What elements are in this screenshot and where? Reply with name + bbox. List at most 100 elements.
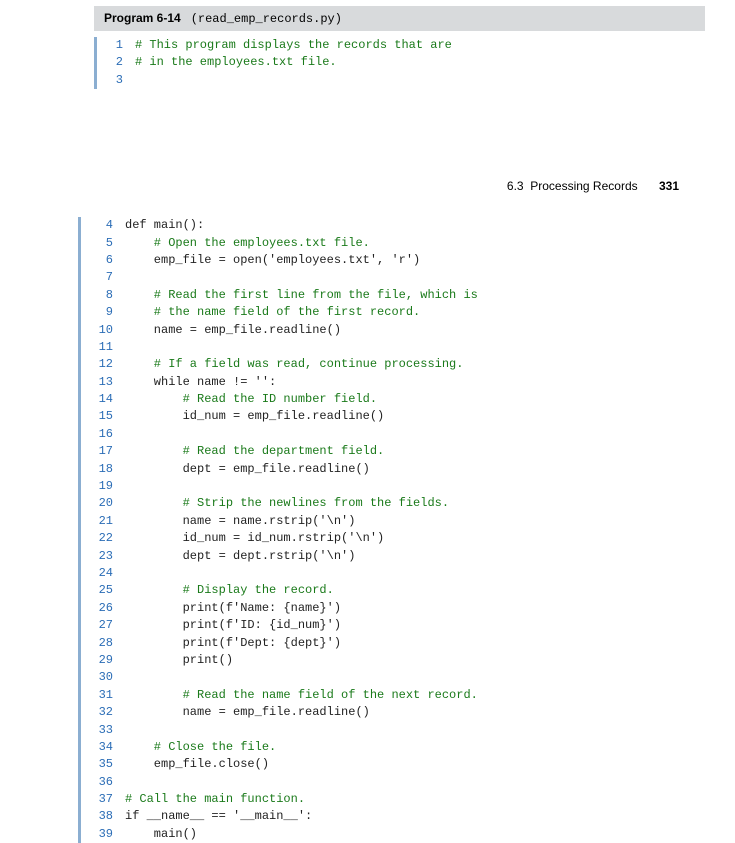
line-content: emp_file = open('employees.txt', 'r') (125, 252, 420, 269)
line-content: dept = dept.rstrip('\n') (125, 548, 355, 565)
code-line: 34 # Close the file. (85, 739, 705, 756)
line-number: 27 (85, 617, 113, 634)
line-number: 7 (85, 269, 113, 286)
code-line: 28 print(f'Dept: {dept}') (85, 635, 705, 652)
line-number: 36 (85, 774, 113, 791)
line-content: # Read the ID number field. (125, 391, 377, 408)
code-line: 36 (85, 774, 705, 791)
line-content: # the name field of the first record. (125, 304, 420, 321)
line-number: 39 (85, 826, 113, 843)
code-line: 12 # If a field was read, continue proce… (85, 356, 705, 373)
code-line: 33 (85, 722, 705, 739)
line-content: # Strip the newlines from the fields. (125, 495, 449, 512)
line-number: 37 (85, 791, 113, 808)
code-line: 35 emp_file.close() (85, 756, 705, 773)
line-number: 29 (85, 652, 113, 669)
line-number: 23 (85, 548, 113, 565)
program-label: Program 6-14 (104, 11, 181, 25)
line-content: print(f'Name: {name}') (125, 600, 341, 617)
code-line: 24 (85, 565, 705, 582)
code-line: 6 emp_file = open('employees.txt', 'r') (85, 252, 705, 269)
line-content: # This program displays the records that… (135, 37, 452, 54)
line-content: name = emp_file.readline() (125, 322, 341, 339)
code-line: 4def main(): (85, 217, 705, 234)
line-number: 32 (85, 704, 113, 721)
code-line: 5 # Open the employees.txt file. (85, 235, 705, 252)
line-number: 14 (85, 391, 113, 408)
code-line: 19 (85, 478, 705, 495)
line-number: 33 (85, 722, 113, 739)
line-content: id_num = emp_file.readline() (125, 408, 384, 425)
line-content: # Close the file. (125, 739, 276, 756)
line-number: 34 (85, 739, 113, 756)
line-number: 35 (85, 756, 113, 773)
line-content: # Call the main function. (125, 791, 305, 808)
line-number: 18 (85, 461, 113, 478)
line-number: 21 (85, 513, 113, 530)
code-line: 7 (85, 269, 705, 286)
bottom-section: 4def main():5 # Open the employees.txt f… (0, 217, 735, 843)
code-line: 22 id_num = id_num.rstrip('\n') (85, 530, 705, 547)
line-number: 2 (101, 54, 123, 71)
line-number: 30 (85, 669, 113, 686)
line-number: 1 (101, 37, 123, 54)
bottom-code-block: 4def main():5 # Open the employees.txt f… (78, 217, 705, 843)
line-number: 3 (101, 72, 123, 89)
program-header: Program 6-14 (read_emp_records.py) (94, 6, 705, 31)
code-line: 30 (85, 669, 705, 686)
code-line: 39 main() (85, 826, 705, 843)
line-content: print() (125, 652, 233, 669)
top-code-block: 1 # This program displays the records tha… (94, 37, 705, 89)
line-content: # Open the employees.txt file. (125, 235, 370, 252)
line-content: # Read the first line from the file, whi… (125, 287, 478, 304)
line-content: main() (125, 826, 197, 843)
line-content: # If a field was read, continue processi… (125, 356, 463, 373)
code-line: 15 id_num = emp_file.readline() (85, 408, 705, 425)
code-line: 17 # Read the department field. (85, 443, 705, 460)
code-line: 2# in the employees.txt file. (101, 54, 705, 71)
line-number: 6 (85, 252, 113, 269)
page-number: 331 (659, 179, 679, 193)
code-line: 13 while name != '': (85, 374, 705, 391)
code-line: 18 dept = emp_file.readline() (85, 461, 705, 478)
code-line: 1 # This program displays the records tha… (101, 37, 705, 54)
line-number: 24 (85, 565, 113, 582)
line-number: 26 (85, 600, 113, 617)
line-content: print(f'Dept: {dept}') (125, 635, 341, 652)
code-line: 37 # Call the main function. (85, 791, 705, 808)
line-content: # Display the record. (125, 582, 334, 599)
code-line: 3 (101, 72, 705, 89)
code-line: 16 (85, 426, 705, 443)
code-line: 29 print() (85, 652, 705, 669)
code-line: 11 (85, 339, 705, 356)
line-content: if __name__ == '__main__': (125, 808, 312, 825)
line-number: 9 (85, 304, 113, 321)
line-number: 38 (85, 808, 113, 825)
code-line: 27 print(f'ID: {id_num}') (85, 617, 705, 634)
line-number: 12 (85, 356, 113, 373)
line-content: emp_file.close() (125, 756, 269, 773)
code-line: 25 # Display the record. (85, 582, 705, 599)
line-number: 22 (85, 530, 113, 547)
code-line: 23 dept = dept.rstrip('\n') (85, 548, 705, 565)
line-number: 25 (85, 582, 113, 599)
code-line: 31 # Read the name field of the next rec… (85, 687, 705, 704)
line-content: # Read the department field. (125, 443, 384, 460)
page-header: 6.3 Processing Records 331 (0, 179, 735, 211)
code-line: 10 name = emp_file.readline() (85, 322, 705, 339)
line-content: id_num = id_num.rstrip('\n') (125, 530, 384, 547)
code-line: 20 # Strip the newlines from the fields. (85, 495, 705, 512)
code-line: 9 # the name field of the first record. (85, 304, 705, 321)
line-number: 17 (85, 443, 113, 460)
top-section: Program 6-14 (read_emp_records.py) 1 # Th… (0, 0, 735, 89)
line-number: 11 (85, 339, 113, 356)
line-number: 28 (85, 635, 113, 652)
line-number: 16 (85, 426, 113, 443)
line-content: print(f'ID: {id_num}') (125, 617, 341, 634)
line-content: # Read the name field of the next record… (125, 687, 478, 704)
program-filename: (read_emp_records.py) (191, 12, 342, 26)
line-number: 31 (85, 687, 113, 704)
line-number: 10 (85, 322, 113, 339)
line-number: 19 (85, 478, 113, 495)
code-line: 32 name = emp_file.readline() (85, 704, 705, 721)
